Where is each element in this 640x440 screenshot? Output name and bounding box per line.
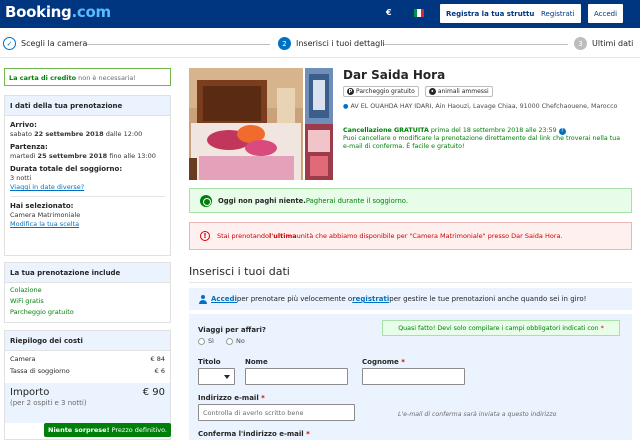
cost-row: Tassa di soggiorno € 6 <box>10 367 165 375</box>
step-final-details: 3 Ultimi dati <box>574 37 633 50</box>
selected-room: Camera Matrimoniale <box>10 211 81 219</box>
signin-link[interactable]: Accedi <box>211 295 237 303</box>
italian-flag-icon[interactable] <box>414 9 424 17</box>
no-surprises-badge: Niente sorprese! Prezzo definitivo. <box>44 423 172 437</box>
total-value: € 90 <box>142 387 165 398</box>
chevron-down-icon <box>224 375 230 379</box>
step-label: Ultimi dati <box>592 39 634 48</box>
step-label: Scegli la camera <box>21 39 88 48</box>
cost-row: Camera € 84 <box>10 355 165 363</box>
change-dates-link[interactable]: Viaggi in date diverse? <box>10 183 84 191</box>
title-label: Titolo <box>198 358 221 366</box>
warning-icon: ! <box>200 231 210 241</box>
include-item: Parcheggio gratuito <box>10 308 74 316</box>
last-room-warning: ! Stai prenotando l'ultima unità che abb… <box>189 222 632 250</box>
pay-later-banner: Oggi non paghi niente. Pagherai durante … <box>189 188 632 213</box>
last-name-label: Cognome * <box>362 358 405 366</box>
form-title: Inserisci i tuoi dati <box>189 265 290 278</box>
parking-icon: P <box>347 88 354 95</box>
login-button[interactable]: Accedi <box>588 4 624 23</box>
duration-value: 3 notti <box>10 174 32 182</box>
top-navigation-bar: Booking.com € Registra la tua struttura … <box>0 0 640 28</box>
register-button[interactable]: Registrati <box>535 4 581 23</box>
step-number: 2 <box>278 37 291 50</box>
map-pin-icon: ● <box>343 103 349 110</box>
hotel-side-photo[interactable] <box>305 68 333 180</box>
email-hint: L'e-mail di conferma sarà inviata a ques… <box>398 411 557 418</box>
cost-summary-title: Riepilogo dei costi <box>5 331 170 351</box>
booking-details-title: I dati della tua prenotazione <box>5 96 170 116</box>
booking-logo[interactable]: Booking.com <box>5 3 111 21</box>
hotel-address: ● AV EL OUAHDA HAY IDARI, Ain Haouzi, Lav… <box>343 103 618 110</box>
step-choose-room[interactable]: ✓ Scegli la camera <box>3 37 87 50</box>
almost-done-notice: Quasi fatto! Devi solo compilare i campi… <box>382 320 620 336</box>
business-travel-label: Viaggi per affari? <box>198 326 266 334</box>
business-no-radio[interactable]: No <box>226 337 245 345</box>
title-select[interactable] <box>198 368 235 385</box>
currency-selector[interactable]: € <box>386 8 392 17</box>
duration-label: Durata totale del soggiorno: <box>10 165 123 173</box>
business-yes-radio[interactable]: Sì <box>198 337 214 345</box>
total-note: (per 2 ospiti e 3 notti) <box>10 399 87 407</box>
booking-progress-steps: ✓ Scegli la camera 2 Inserisci i tuoi de… <box>0 28 640 58</box>
hotel-main-photo[interactable] <box>189 68 303 180</box>
step-number: 3 <box>574 37 587 50</box>
total-label: Importo <box>10 387 50 398</box>
badge-free-parking: P Parcheggio gratuito <box>343 86 419 97</box>
no-credit-card-notice: La carta di credito non è necessaria! <box>4 68 171 86</box>
confirm-email-label: Conferma l'indirizzo e-mail * <box>198 430 310 438</box>
list-property-button[interactable]: Registra la tua struttura <box>440 4 549 23</box>
include-item: Colazione <box>10 286 42 294</box>
selected-label: Hai selezionato: <box>10 202 74 210</box>
register-link[interactable]: registrati <box>352 295 389 303</box>
step-connector <box>86 44 270 45</box>
user-icon <box>198 294 207 304</box>
cancellation-policy: Cancellazione GRATUITA prima del 18 sett… <box>343 127 621 150</box>
first-name-input[interactable] <box>245 368 348 385</box>
email-input[interactable]: Controlla di averlo scritto bene <box>198 404 355 421</box>
departure-label: Partenza: <box>10 143 48 151</box>
change-choice-link[interactable]: Modifica la tua scelta <box>10 220 79 228</box>
departure-value: martedì 25 settembre 2018 fino alle 13:0… <box>10 152 156 160</box>
includes-title: La tua prenotazione include <box>5 263 170 283</box>
badge-pets-allowed: • animali ammessi <box>424 86 493 97</box>
first-name-label: Nome <box>245 358 268 366</box>
facilities-badges: P Parcheggio gratuito • animali ammessi <box>343 86 493 97</box>
booking-details-box: I dati della tua prenotazione Arrivo: sa… <box>4 95 171 256</box>
step-connector <box>384 44 568 45</box>
paw-icon: • <box>428 88 436 95</box>
arrival-label: Arrivo: <box>10 121 37 129</box>
last-name-input[interactable] <box>362 368 465 385</box>
help-icon[interactable]: ? <box>558 128 566 135</box>
booking-includes-box: La tua prenotazione include Colazione Wi… <box>4 262 171 323</box>
wallet-icon <box>200 194 212 207</box>
signin-prompt: Accedi per prenotare più velocemente o r… <box>189 288 632 310</box>
checkmark-icon: ✓ <box>3 37 16 50</box>
hotel-name: Dar Saida Hora <box>343 68 446 82</box>
step-label: Inserisci i tuoi dettagli <box>296 39 385 48</box>
step-enter-details: 2 Inserisci i tuoi dettagli <box>278 37 385 50</box>
arrival-value: sabato 22 settembre 2018 dalle 12:00 <box>10 130 143 138</box>
cost-total: Importo € 90 (per 2 ospiti e 3 notti) <box>5 383 170 423</box>
include-item: WiFi gratis <box>10 297 44 305</box>
email-label: Indirizzo e-mail * <box>198 394 265 402</box>
